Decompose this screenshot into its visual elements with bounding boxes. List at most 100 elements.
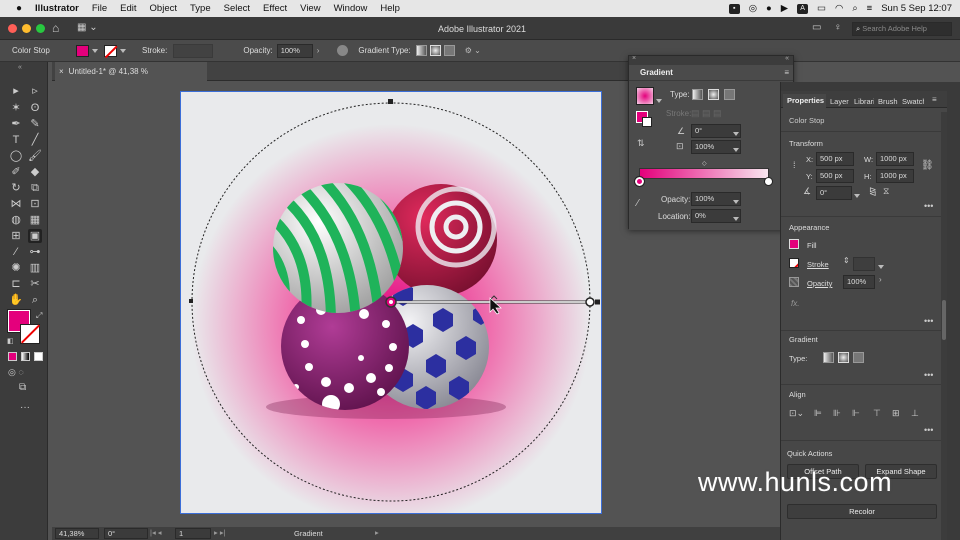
h-field[interactable]: 1000 px bbox=[876, 169, 914, 183]
chevron-right-icon[interactable]: › bbox=[879, 275, 882, 284]
radial-type-button[interactable] bbox=[708, 89, 719, 100]
midpoint-diamond-icon[interactable]: ◇ bbox=[702, 160, 707, 167]
opacity-link[interactable]: Opacity bbox=[807, 279, 832, 288]
chevron-down-icon[interactable] bbox=[733, 214, 739, 223]
chevron-down-icon[interactable] bbox=[854, 191, 860, 200]
panel-menu-icon[interactable]: ≡ bbox=[784, 68, 789, 77]
divider bbox=[781, 440, 941, 441]
angle-icon: ∠ bbox=[677, 126, 686, 136]
color-stop-right[interactable] bbox=[764, 177, 773, 186]
stroke-swatch-props[interactable] bbox=[789, 258, 799, 268]
align-center-h-icon[interactable]: ⊪ bbox=[833, 408, 841, 419]
divider bbox=[781, 384, 941, 385]
more-options-icon[interactable]: ••• bbox=[924, 370, 933, 380]
panel-tabs: Properties Layers Libraries Brushes Swat… bbox=[781, 91, 948, 108]
ring-left-handle[interactable] bbox=[189, 299, 193, 303]
align-right-icon[interactable]: ⊩ bbox=[852, 408, 860, 419]
add-effect-fx-icon[interactable]: fx. bbox=[791, 299, 799, 308]
linear-type-button[interactable] bbox=[823, 352, 834, 363]
align-center-v-icon[interactable]: ⊞ bbox=[892, 408, 900, 419]
gradient-type-label: Type: bbox=[789, 354, 808, 363]
align-left-icon[interactable]: ⊫ bbox=[814, 408, 822, 419]
tab-libraries[interactable]: Libraries bbox=[854, 97, 874, 106]
panel-dock-header bbox=[781, 82, 948, 91]
chevron-down-icon[interactable] bbox=[878, 262, 884, 271]
selection-type-label: Color Stop bbox=[789, 116, 825, 125]
quick-actions-heading: Quick Actions bbox=[787, 449, 833, 458]
divider bbox=[781, 131, 941, 132]
constrain-proportions-icon[interactable]: ⛓ bbox=[921, 160, 934, 171]
stroke-weight-field[interactable] bbox=[853, 257, 875, 271]
rotate-view-field[interactable]: 0° bbox=[104, 528, 148, 539]
gradient-preview-swatch[interactable] bbox=[636, 87, 654, 105]
artboard-nav-icon[interactable]: |◂ ◂ bbox=[150, 528, 162, 537]
gradient-panel-tab[interactable]: Gradient bbox=[633, 65, 675, 80]
align-heading: Align bbox=[789, 390, 806, 399]
flip-vertical-icon[interactable]: ⧖ bbox=[883, 186, 889, 197]
tab-layers[interactable]: Layers bbox=[830, 97, 849, 106]
flip-horizontal-icon[interactable]: ⧎ bbox=[869, 186, 877, 197]
reverse-gradient-icon[interactable]: ⇅ bbox=[637, 138, 645, 149]
artboard-number-field[interactable]: 1 bbox=[175, 528, 211, 539]
rotate-field[interactable]: 0° bbox=[816, 186, 852, 200]
chevron-down-icon[interactable] bbox=[733, 129, 739, 138]
more-options-icon[interactable]: ••• bbox=[924, 316, 933, 326]
w-label: W: bbox=[864, 155, 874, 164]
more-options-icon[interactable]: ••• bbox=[924, 425, 933, 435]
rotate-icon: ∡ bbox=[803, 186, 812, 196]
chevron-down-icon[interactable] bbox=[733, 145, 739, 154]
stroke-label: Stroke: bbox=[666, 109, 692, 118]
y-field[interactable]: 500 px bbox=[816, 169, 854, 183]
artboard-nav-next-icon[interactable]: ▸ ▸| bbox=[214, 528, 226, 537]
chevron-down-icon[interactable] bbox=[656, 96, 662, 105]
status-menu-icon[interactable]: ▸ bbox=[375, 528, 379, 537]
w-field[interactable]: 1000 px bbox=[876, 152, 914, 166]
panel-menu-icon[interactable]: ≡ bbox=[932, 95, 937, 104]
linear-type-button[interactable] bbox=[692, 89, 703, 100]
chevron-down-icon[interactable] bbox=[733, 197, 739, 206]
h-label: H: bbox=[864, 172, 872, 181]
align-bottom-icon[interactable]: ⊥ bbox=[911, 408, 919, 419]
more-options-icon[interactable]: ••• bbox=[924, 201, 933, 211]
location-label: Location: bbox=[658, 212, 691, 221]
tab-brushes[interactable]: Brushes bbox=[878, 97, 898, 106]
appearance-heading: Appearance bbox=[789, 223, 830, 232]
gradient-panel: × « Gradient ≡ Type: Stroke: ▤ ▤ ▤ ⇅ ∠ 0… bbox=[628, 55, 794, 230]
align-top-icon[interactable]: ⊤ bbox=[873, 408, 881, 419]
x-label: X: bbox=[806, 155, 814, 164]
scrollbar-thumb[interactable] bbox=[942, 300, 946, 340]
close-panel-icon[interactable]: × bbox=[632, 55, 636, 62]
fill-swatch-props[interactable] bbox=[789, 239, 799, 249]
opacity-field-props[interactable]: 100% bbox=[843, 275, 875, 289]
panel-header[interactable]: × « bbox=[629, 55, 793, 65]
tab-properties[interactable]: Properties bbox=[783, 94, 826, 108]
freeform-type-button[interactable] bbox=[853, 352, 864, 363]
stroke-options-icons[interactable]: ▤ ▤ ▤ bbox=[691, 108, 722, 119]
right-dock-strip bbox=[947, 82, 960, 540]
y-label: Y: bbox=[806, 172, 813, 181]
gradient-heading: Gradient bbox=[789, 335, 818, 344]
stroke-swatch-small[interactable] bbox=[642, 117, 652, 127]
gradient-slider[interactable] bbox=[639, 168, 769, 179]
reference-point-icon[interactable]: ⁞ bbox=[793, 160, 796, 170]
transform-heading: Transform bbox=[789, 139, 823, 148]
type-label: Type: bbox=[670, 90, 690, 99]
aspect-ratio-icon: ⊡ bbox=[676, 141, 684, 151]
freeform-type-button[interactable] bbox=[724, 89, 735, 100]
fill-label: Fill bbox=[807, 241, 817, 250]
opacity-label: Opacity: bbox=[661, 195, 691, 204]
align-to-icon[interactable]: ⊡⌄ bbox=[789, 408, 804, 419]
color-stop-left[interactable] bbox=[634, 176, 645, 187]
stroke-stepper-icon[interactable]: ⇕ bbox=[843, 256, 850, 265]
radial-type-button[interactable] bbox=[838, 352, 849, 363]
tab-swatches[interactable]: Swatches bbox=[902, 97, 924, 106]
x-field[interactable]: 500 px bbox=[816, 152, 854, 166]
recolor-button[interactable]: Recolor bbox=[787, 504, 937, 519]
divider bbox=[781, 216, 941, 217]
zoom-field[interactable]: 41,38% bbox=[55, 528, 99, 539]
stroke-link[interactable]: Stroke bbox=[807, 260, 829, 269]
collapse-panel-icon[interactable]: « bbox=[785, 55, 789, 62]
divider bbox=[781, 330, 941, 331]
eyedropper-icon[interactable]: ⁄ bbox=[637, 198, 639, 209]
gradient-panel-body: Type: Stroke: ▤ ▤ ▤ ⇅ ∠ 0° ⊡ 100% ◇ ⁄ Op… bbox=[629, 80, 793, 230]
